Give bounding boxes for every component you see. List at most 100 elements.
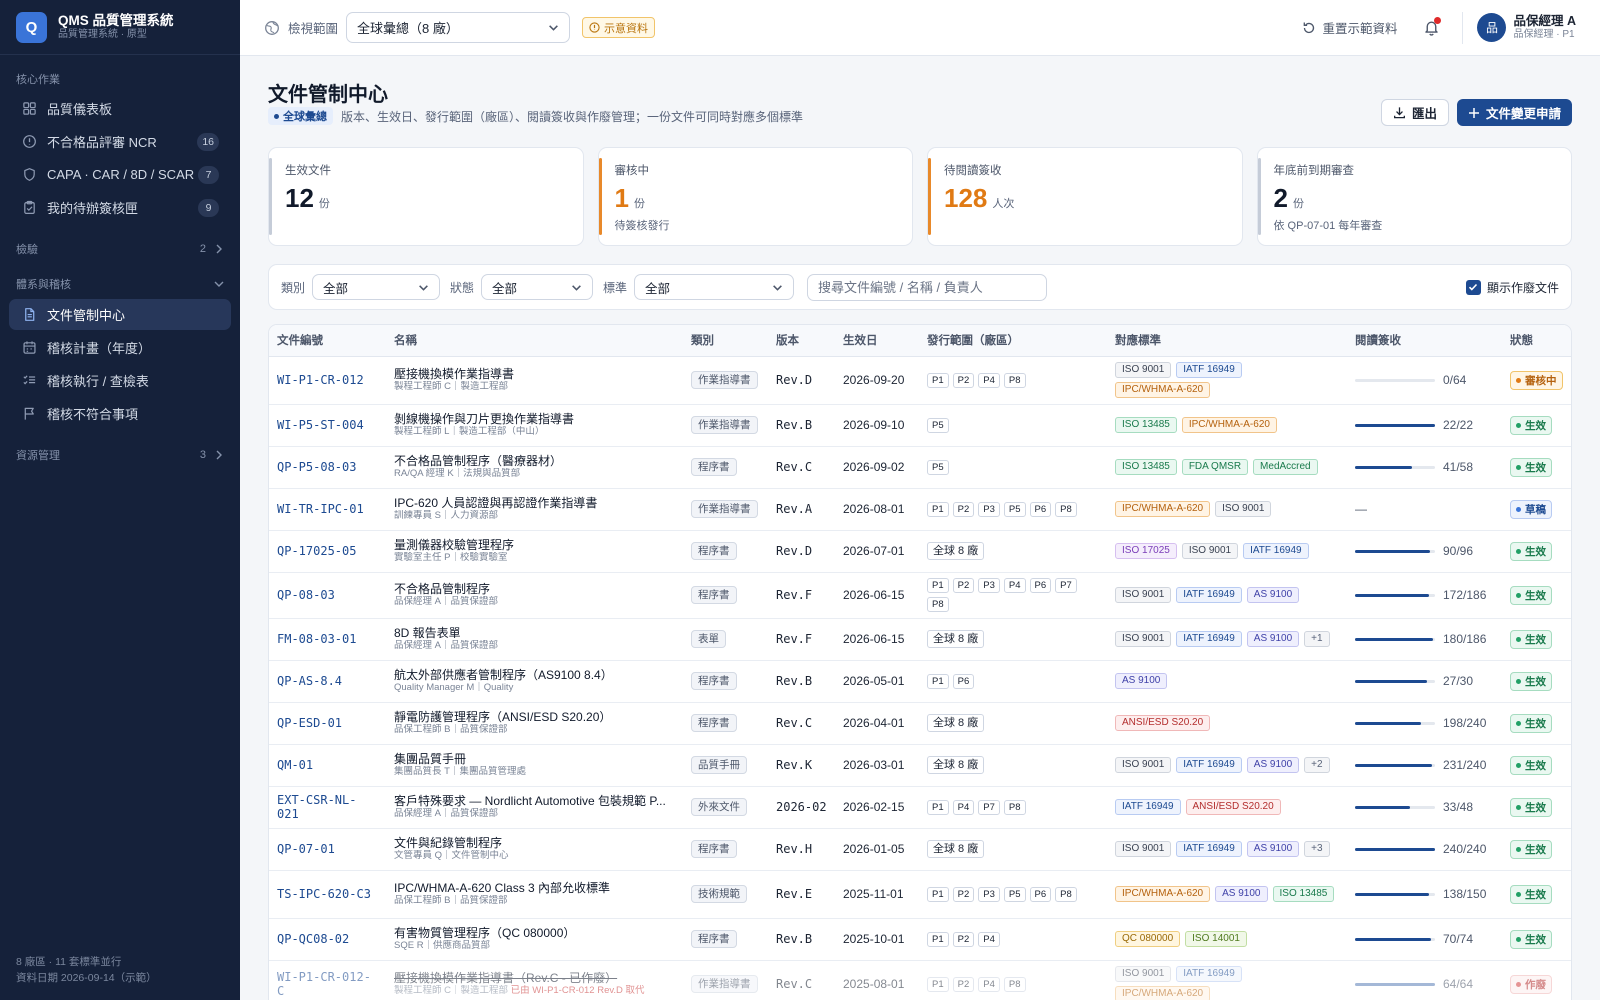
sidebar-item-capa[interactable]: CAPA · CAR / 8D / SCAR 7 <box>9 159 231 190</box>
doc-name[interactable]: 壓接機換模作業指導書 <box>394 367 675 381</box>
plant-chip: 全球 8 廠 <box>927 630 985 648</box>
kpi-value: 2 <box>1273 183 1288 213</box>
category-select[interactable]: 全部 <box>312 274 441 300</box>
column-header[interactable]: 生效日 <box>835 325 919 357</box>
table-row[interactable]: WI-P1-CR-012-C 壓接機換模作業指導書（Rev.C - 已作廢） 製程工… <box>269 960 1571 1000</box>
table-row[interactable]: WI-P1-CR-012 壓接機換模作業指導書 製程工程師 C｜製造工程部 作業指導書… <box>269 356 1571 405</box>
doc-code-link[interactable]: QP-08-03 <box>269 572 386 619</box>
column-header[interactable]: 發行範圍（廠區） <box>919 325 1107 357</box>
divider <box>1462 11 1464 44</box>
table-row[interactable]: QM-01 集團品質手冊 集團品質長 T｜集團品質管理處 品質手冊 Rev.K 2026-… <box>269 744 1571 787</box>
table-row[interactable]: QP-AS-8.4 航太外部供應者管制程序（AS9100 8.4） Quality … <box>269 660 1571 703</box>
doc-code-link[interactable]: QP-07-01 <box>269 828 386 871</box>
kpi-card[interactable]: 生效文件 12 份 <box>268 147 584 246</box>
table-row[interactable]: WI-P5-ST-004 剝線機操作與刀片更換作業指導書 製程工程師 L｜製造工程部… <box>269 404 1571 447</box>
doc-name[interactable]: 文件與紀錄管制程序 <box>394 836 675 850</box>
table-row[interactable]: QP-P5-08-03 不合格品管制程序（醫療器材） RA/QA 經理 K｜法規與品… <box>269 446 1571 489</box>
search-input[interactable] <box>807 273 1048 301</box>
sidebar-item-approvals[interactable]: 我的待辦簽核匣 9 <box>9 192 231 223</box>
doc-code-link[interactable]: QP-17025-05 <box>269 530 386 573</box>
reset-demo-button[interactable]: 重置示範資料 <box>1302 18 1397 37</box>
column-header[interactable]: 閱讀簽收 <box>1347 325 1502 357</box>
sidebar-item-doc-center[interactable]: 文件管制中心 <box>9 299 231 330</box>
doc-code-link[interactable]: QP-P5-08-03 <box>269 446 386 489</box>
section-inspection[interactable]: 檢驗 2 <box>0 233 240 265</box>
column-header[interactable]: 狀態 <box>1502 325 1571 357</box>
section-system[interactable]: 體系與稽核 <box>0 269 240 299</box>
brand[interactable]: Q QMS 品質管理系統 品質管理系統 · 原型 <box>0 0 240 55</box>
table-row[interactable]: TS-IPC-620-C3 IPC/WHMA-A-620 Class 3 內部允收… <box>269 870 1571 919</box>
column-header[interactable]: 對應標準 <box>1107 325 1347 357</box>
doc-name[interactable]: 客戶特殊要求 — Nordlicht Automotive 包裝規範 P... <box>394 794 675 808</box>
table-row[interactable]: QP-07-01 文件與紀錄管制程序 文管專員 Q｜文件管制中心 程序書 Rev.H 20… <box>269 828 1571 871</box>
sidebar-item-audit-exec[interactable]: 稽核執行 / 查檢表 <box>9 365 231 396</box>
rotate-ccw-icon <box>1304 22 1315 33</box>
kpi-card[interactable]: 待閱讀簽收 128 人次 <box>927 147 1243 246</box>
doc-code-link[interactable]: QP-ESD-01 <box>269 702 386 745</box>
status-select[interactable]: 全部 <box>481 274 594 300</box>
doc-code-link[interactable]: TS-IPC-620-C3 <box>269 870 386 919</box>
standard-chip: ISO 9001 <box>1215 501 1272 517</box>
table-row[interactable]: QP-17025-05 量測儀器校驗管理程序 實驗室主任 P｜校驗實驗室 程序書 Rev… <box>269 530 1571 573</box>
doc-code-link[interactable]: WI-P5-ST-004 <box>269 404 386 447</box>
doc-name[interactable]: 集團品質手冊 <box>394 752 675 766</box>
scope-select[interactable]: 全球彙總（8 廠） <box>346 12 571 43</box>
read-progress-bar <box>1355 637 1435 641</box>
plant-chip: P1 <box>927 886 949 902</box>
doc-code-link[interactable]: WI-P1-CR-012-C <box>269 960 386 1000</box>
column-header[interactable]: 文件編號 <box>269 325 386 357</box>
avatar[interactable]: 品 <box>1477 13 1507 42</box>
column-header[interactable]: 類別 <box>683 325 768 357</box>
doc-code-link[interactable]: QP-QC08-02 <box>269 918 386 961</box>
more-standards-chip[interactable]: +3 <box>1304 841 1330 857</box>
section-resources[interactable]: 資源管理 3 <box>0 439 240 471</box>
kpi-card[interactable]: 年底前到期審查 2 份依 QP-07-01 每年審查 <box>1256 147 1572 246</box>
doc-code-link[interactable]: QP-AS-8.4 <box>269 660 386 703</box>
table-row[interactable]: EXT-CSR-NL-021 客戶特殊要求 — Nordlicht Automot… <box>269 786 1571 829</box>
sidebar-item-audit-nc[interactable]: 稽核不符合事項 <box>9 398 231 429</box>
doc-name[interactable]: 壓接機換模作業指導書（Rev.C - 已作廢） <box>394 971 675 985</box>
table-row[interactable]: QP-ESD-01 靜電防護管理程序（ANSI/ESD S20.20） 品保工程師 … <box>269 702 1571 745</box>
table-row[interactable]: QP-08-03 不合格品管制程序 品保經理 A｜品質保證部 程序書 Rev.F 2026… <box>269 572 1571 619</box>
more-standards-chip[interactable]: +1 <box>1304 631 1330 647</box>
doc-name[interactable]: 不合格品管制程序（醫療器材） <box>394 454 675 468</box>
checkbox-checked-icon[interactable] <box>1465 279 1481 295</box>
table-row[interactable]: WI-TR-IPC-01 IPC-620 人員認證與再認證作業指導書 訓練專員 S｜… <box>269 488 1571 531</box>
doc-version: Rev.C <box>768 446 835 489</box>
doc-type-chip: 品質手冊 <box>691 756 747 774</box>
doc-code-link[interactable]: WI-P1-CR-012 <box>269 356 386 405</box>
kpi-card[interactable]: 審核中 1 份待簽核發行 <box>597 147 913 246</box>
standard-select[interactable]: 全部 <box>634 274 795 300</box>
standard-chip: AS 9100 <box>1246 841 1300 857</box>
doc-name[interactable]: 8D 報告表單 <box>394 626 675 640</box>
doc-code-link[interactable]: QM-01 <box>269 744 386 787</box>
column-header[interactable]: 名稱 <box>386 325 683 357</box>
more-standards-chip[interactable]: +2 <box>1304 757 1330 773</box>
doc-name[interactable]: IPC-620 人員認證與再認證作業指導書 <box>394 496 675 510</box>
export-button[interactable]: 匯出 <box>1380 99 1449 126</box>
table-row[interactable]: QP-QC08-02 有害物質管理程序（QC 080000） SQE R｜供應商品質… <box>269 918 1571 961</box>
show-obsolete-toggle[interactable]: 顯示作廢文件 <box>1465 279 1559 296</box>
kpi-label: 年底前到期審查 <box>1273 165 1355 177</box>
doc-name[interactable]: 不合格品管制程序 <box>394 582 675 596</box>
doc-code-link[interactable]: EXT-CSR-NL-021 <box>269 786 386 829</box>
doc-name[interactable]: 航太外部供應者管制程序（AS9100 8.4） <box>394 668 675 682</box>
sidebar-item-dashboard[interactable]: 品質儀表板 <box>9 93 231 124</box>
doc-name[interactable]: 剝線機操作與刀片更換作業指導書 <box>394 412 675 426</box>
status-dot <box>1516 678 1521 684</box>
doc-code-link[interactable]: FM-08-03-01 <box>269 618 386 661</box>
standard-chip: ANSI/ESD S20.20 <box>1185 799 1281 815</box>
doc-owner: RA/QA 經理 K｜法規與品質部 <box>394 468 521 479</box>
user-menu[interactable]: 品保經理 A 品保經理 · P1 <box>1513 14 1576 41</box>
table-row[interactable]: FM-08-03-01 8D 報告表單 品保經理 A｜品質保證部 表單 Rev.F 202… <box>269 618 1571 661</box>
sidebar-item-audit-plan[interactable]: 稽核計畫（年度） <box>9 332 231 363</box>
new-change-request-button[interactable]: 文件變更申請 <box>1456 99 1572 126</box>
doc-name[interactable]: 量測儀器校驗管理程序 <box>394 538 675 552</box>
sidebar-item-ncr[interactable]: 不合格品評審 NCR 16 <box>9 126 231 157</box>
column-header[interactable]: 版本 <box>768 325 835 357</box>
doc-name[interactable]: 靜電防護管理程序（ANSI/ESD S20.20） <box>394 710 675 724</box>
notifications-button[interactable] <box>1423 17 1442 36</box>
doc-code-link[interactable]: WI-TR-IPC-01 <box>269 488 386 531</box>
doc-name[interactable]: IPC/WHMA-A-620 Class 3 內部允收標準 <box>394 881 675 895</box>
doc-name[interactable]: 有害物質管理程序（QC 080000） <box>394 926 675 940</box>
